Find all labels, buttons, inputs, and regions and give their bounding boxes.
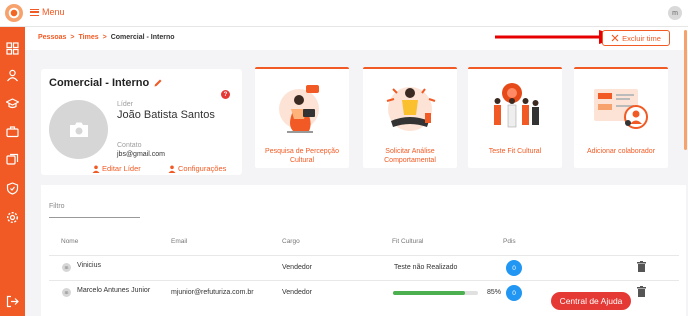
action-label: Adicionar colaborador [586, 148, 656, 155]
breadcrumb-current: Comercial - Interno [110, 34, 175, 41]
contact-label: Contato [117, 142, 142, 149]
action-card-add-collaborator[interactable]: Adicionar colaborador [574, 67, 668, 168]
survey-illustration [279, 85, 319, 133]
team-title: Comercial - Interno [49, 77, 163, 89]
breadcrumb-separator: > [102, 34, 107, 41]
hamburger-icon [30, 8, 39, 16]
menu-button[interactable]: Menu [30, 7, 65, 17]
page-header: Pessoas > Times > Comercial - Interno Ex… [25, 27, 688, 50]
member-role: Vendedor [282, 264, 312, 271]
settings-label: Configurações [178, 164, 227, 173]
member-role: Vendedor [282, 289, 312, 296]
action-label: Pesquisa de Percepção Cultural [265, 148, 339, 164]
avatar: m [62, 263, 71, 272]
settings-button[interactable]: Configurações [168, 164, 226, 173]
pdi-count-badge[interactable]: 0 [506, 260, 522, 276]
column-header-fit-cultural: Fit Cultural [392, 238, 424, 245]
fit-progress-fill [393, 291, 466, 295]
help-icon[interactable]: ? [221, 90, 230, 99]
shield-icon[interactable] [6, 182, 19, 195]
delete-team-label: Excluir time [622, 33, 661, 43]
trash-icon[interactable] [637, 286, 646, 297]
fit-status: Teste não Realizado [394, 264, 458, 271]
copy-icon[interactable] [6, 153, 19, 166]
action-card-perception-survey[interactable]: Pesquisa de Percepção Cultural [255, 67, 349, 168]
logout-icon[interactable] [6, 295, 19, 308]
top-bar: Menu m [0, 0, 688, 27]
column-header-email: Email [171, 238, 188, 245]
edit-leader-label: Editar Líder [102, 164, 141, 173]
user-avatar[interactable]: m [668, 6, 682, 20]
table-row[interactable]: m Vinicius Vendedor Teste não Realizado … [41, 256, 686, 280]
member-name: Vinicius [77, 262, 101, 269]
dashboard-icon[interactable] [6, 42, 19, 55]
contact-email: jbs@gmail.com [117, 151, 165, 158]
pencil-icon[interactable] [153, 78, 163, 88]
action-label: Solicitar Análise Comportamental [384, 148, 436, 164]
delete-team-button[interactable]: Excluir time [602, 30, 670, 46]
leader-label: Líder [117, 101, 133, 108]
gear-icon[interactable] [6, 211, 19, 224]
team-card: Comercial - Interno ? Líder João Batista… [41, 69, 242, 175]
help-center-button[interactable]: Central de Ajuda [551, 292, 631, 310]
leader-photo [49, 100, 108, 159]
action-label: Teste Fit Cultural [488, 148, 542, 155]
breadcrumb: Pessoas > Times > Comercial - Interno [38, 34, 175, 41]
meditation-illustration [386, 87, 436, 131]
pdi-count-badge[interactable]: 0 [506, 285, 522, 301]
action-card-fit-cultural-test[interactable]: Teste Fit Cultural [468, 67, 562, 168]
team-illustration [494, 83, 539, 128]
member-email: mjunior@refuturiza.com.br [171, 289, 254, 296]
close-icon [611, 34, 619, 42]
filter-input[interactable]: Filtro [49, 201, 140, 218]
scrollbar[interactable] [684, 30, 687, 150]
person-icon [168, 165, 176, 173]
trash-icon[interactable] [637, 261, 646, 272]
people-icon[interactable] [6, 69, 19, 82]
fit-progress-bar [393, 291, 478, 295]
menu-label: Menu [42, 7, 65, 17]
column-header-nome: Nome [61, 238, 79, 245]
camera-icon [69, 122, 88, 137]
sidebar [0, 27, 25, 316]
main-content: Pessoas > Times > Comercial - Interno Ex… [25, 27, 688, 316]
avatar: m [62, 288, 71, 297]
column-header-cargo: Cargo [282, 238, 300, 245]
breadcrumb-times[interactable]: Times [79, 34, 99, 41]
add-user-illustration [594, 89, 648, 129]
graduation-icon[interactable] [6, 97, 19, 110]
app-logo[interactable] [5, 4, 23, 22]
fit-percentage: 85% [487, 289, 502, 296]
member-name: Marcelo Antunes Junior [77, 287, 151, 294]
breadcrumb-pessoas[interactable]: Pessoas [38, 34, 66, 41]
person-icon [92, 165, 100, 173]
team-name: Comercial - Interno [49, 77, 150, 89]
edit-leader-button[interactable]: Editar Líder [92, 164, 141, 173]
column-header-pdis: Pdis [503, 238, 516, 245]
filter-placeholder: Filtro [49, 203, 65, 210]
briefcase-icon[interactable] [6, 125, 19, 138]
leader-name: João Batista Santos [117, 109, 215, 121]
breadcrumb-separator: > [70, 34, 75, 41]
action-card-behavioral-analysis[interactable]: Solicitar Análise Comportamental [363, 67, 457, 168]
